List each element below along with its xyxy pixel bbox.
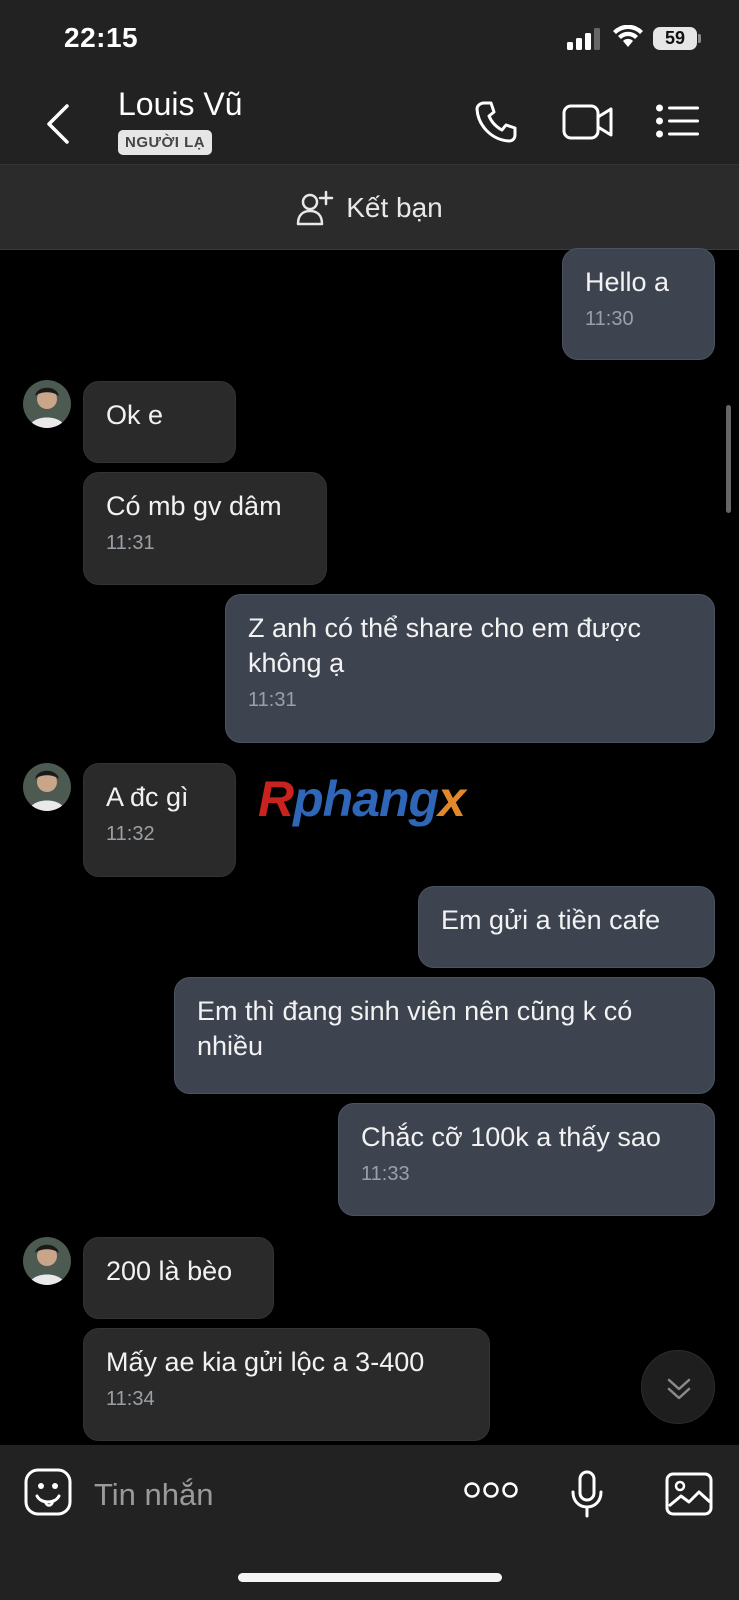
- watermark-logo: Rphangx: [258, 771, 466, 827]
- message-outgoing[interactable]: Em gửi a tiền cafe: [418, 886, 715, 968]
- message-time: 11:34: [106, 1388, 155, 1410]
- message-text: Mấy ae kia gửi lộc a 3-400: [106, 1347, 425, 1377]
- list-menu-icon[interactable]: [656, 104, 700, 138]
- add-friend-icon: [296, 190, 334, 226]
- battery-tip: [698, 34, 701, 43]
- avatar[interactable]: [23, 380, 71, 428]
- add-friend-label: Kết bạn: [346, 192, 443, 223]
- scroll-to-bottom-button[interactable]: [641, 1350, 715, 1424]
- back-icon[interactable]: [40, 102, 80, 146]
- avatar-photo: [23, 763, 71, 811]
- stranger-badge: NGƯỜI LẠ: [118, 130, 213, 155]
- message-input[interactable]: [92, 1476, 436, 1514]
- sticker-icon[interactable]: [24, 1468, 72, 1516]
- message-outgoing[interactable]: Hello a 11:30: [562, 248, 715, 360]
- message-time: 11:32: [106, 823, 155, 845]
- message-incoming[interactable]: 200 là bèo: [83, 1237, 274, 1319]
- microphone-icon[interactable]: [570, 1470, 604, 1518]
- add-friend-bar[interactable]: Kết bạn: [0, 164, 739, 250]
- message-time: 11:31: [248, 689, 297, 711]
- status-time: 22:15: [64, 22, 139, 53]
- message-text: Có mb gv dâm: [106, 491, 282, 521]
- message-text: 200 là bèo: [106, 1256, 233, 1286]
- message-text: Hello a: [585, 267, 670, 297]
- cellular-signal-icon: [567, 28, 600, 50]
- battery-indicator: 59: [653, 27, 697, 50]
- chat-header: [0, 80, 739, 164]
- wifi-icon: [613, 25, 643, 47]
- message-text: Chắc cỡ 100k a thấy sao: [361, 1122, 661, 1152]
- scrollbar[interactable]: [726, 405, 731, 513]
- image-icon[interactable]: [665, 1472, 713, 1516]
- phone-icon[interactable]: [474, 100, 518, 144]
- video-call-icon[interactable]: [562, 102, 614, 142]
- message-incoming[interactable]: A đc gì 11:32: [83, 763, 236, 877]
- avatar-photo: [23, 380, 71, 428]
- message-incoming[interactable]: Mấy ae kia gửi lộc a 3-400 11:34: [83, 1328, 490, 1441]
- message-time: 11:33: [361, 1163, 410, 1185]
- message-time: 11:30: [585, 308, 634, 330]
- message-text: Em gửi a tiền cafe: [441, 905, 661, 935]
- message-text: Ok e: [106, 400, 164, 430]
- message-outgoing[interactable]: Z anh có thể share cho em được không ạ 1…: [225, 594, 715, 743]
- message-time: 11:31: [106, 532, 155, 554]
- more-icon[interactable]: [464, 1480, 518, 1500]
- contact-name[interactable]: Louis Vũ: [118, 86, 243, 123]
- avatar[interactable]: [23, 763, 71, 811]
- avatar-photo: [23, 1237, 71, 1285]
- add-friend-button[interactable]: Kết bạn: [0, 165, 739, 251]
- avatar[interactable]: [23, 1237, 71, 1285]
- message-text: A đc gì: [106, 782, 189, 812]
- message-text: Z anh có thể share cho em được không ạ: [248, 613, 641, 678]
- message-outgoing[interactable]: Chắc cỡ 100k a thấy sao 11:33: [338, 1103, 715, 1216]
- chevron-down-icon: [667, 1378, 691, 1400]
- message-text: Em thì đang sinh viên nên cũng k có nhiề…: [197, 996, 633, 1061]
- message-incoming[interactable]: Có mb gv dâm 11:31: [83, 472, 327, 585]
- message-incoming[interactable]: Ok e: [83, 381, 236, 463]
- home-indicator[interactable]: [238, 1573, 502, 1582]
- message-outgoing[interactable]: Em thì đang sinh viên nên cũng k có nhiề…: [174, 977, 715, 1094]
